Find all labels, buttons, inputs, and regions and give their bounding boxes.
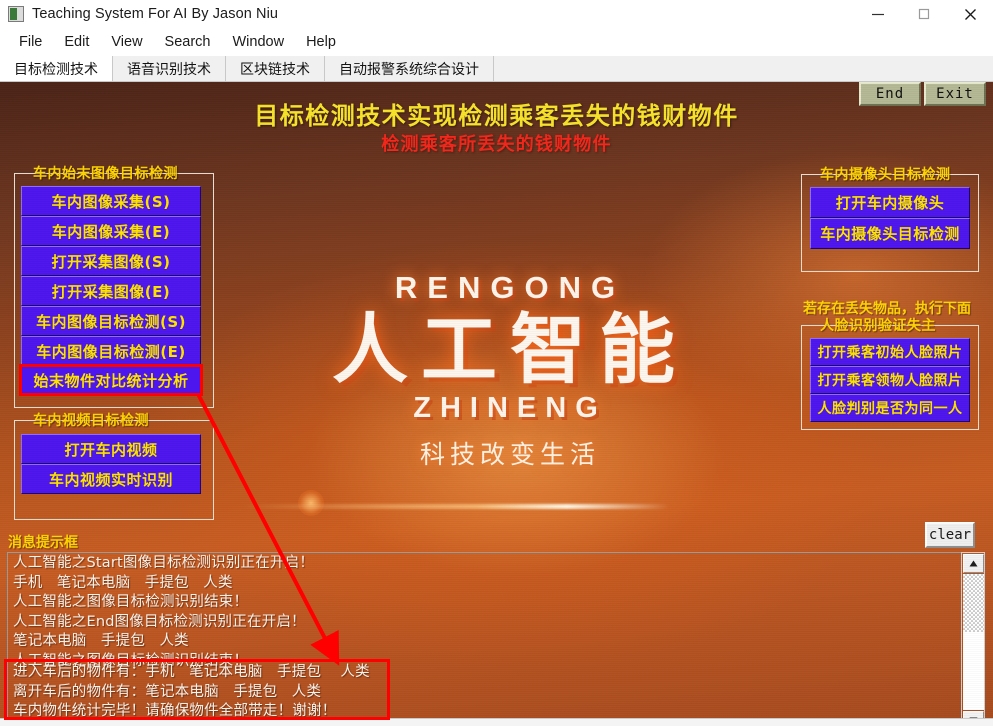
tab-speech-recognition[interactable]: 语音识别技术 (113, 56, 226, 81)
window-title: Teaching System For AI By Jason Niu (32, 6, 279, 22)
menu-item-window[interactable]: Window (222, 32, 296, 52)
menu-item-edit[interactable]: Edit (53, 32, 100, 52)
btn-open-passenger-claim-face[interactable]: 打开乘客领物人脸照片 (810, 366, 970, 394)
hero-latin-top: RENGONG (394, 270, 626, 305)
tab-auto-alarm-system[interactable]: 自动报警系统综合设计 (325, 56, 494, 81)
message-line-4: 人工智能之End图像目标检测识别正在开启！ (13, 613, 306, 630)
start-end-image-button-stack: 车内图像采集(S) 车内图像采集(E) 打开采集图像(S) 打开采集图像(E) … (19, 186, 203, 396)
tab-blockchain[interactable]: 区块链技术 (226, 56, 325, 81)
hero-tagline: 科技改变生活 (419, 440, 600, 470)
btn-open-interior-camera[interactable]: 打开车内摄像头 (810, 187, 970, 218)
window-controls (855, 0, 993, 28)
hero-chinese-title: 人工智能 (332, 305, 688, 394)
menu-item-help[interactable]: Help (295, 32, 347, 52)
tab-strip: 目标检测技术 语音识别技术 区块链技术 自动报警系统综合设计 (0, 56, 993, 82)
btn-interior-camera-detect[interactable]: 车内摄像头目标检测 (810, 218, 970, 249)
btn-interior-video-realtime-id[interactable]: 车内视频实时识别 (21, 464, 201, 494)
menu-item-search[interactable]: Search (154, 32, 222, 52)
btn-capture-interior-image-e[interactable]: 车内图像采集(E) (21, 216, 201, 246)
group-title-camera: 车内摄像头目标检测 (820, 167, 951, 183)
message-line-8: 离开车后的物件有：笔记本电脑 手提包 人类 (13, 683, 322, 700)
message-box-scrollbar[interactable] (961, 552, 985, 726)
message-line-1: 人工智能之Start图像目标检测识别正在开启！ (13, 555, 315, 571)
hero-orb-decoration (298, 490, 324, 516)
camera-button-stack: 打开车内摄像头 车内摄像头目标检测 (810, 187, 970, 249)
minimize-icon[interactable] (855, 0, 901, 28)
btn-interior-image-detect-s[interactable]: 车内图像目标检测(S) (21, 306, 201, 336)
message-box-label: 消息提示框 (8, 535, 78, 551)
btn-open-captured-image-e[interactable]: 打开采集图像(E) (21, 276, 201, 306)
page-title: 目标检测技术实现检测乘客丢失的钱财物件 (254, 101, 739, 130)
btn-interior-image-detect-e[interactable]: 车内图像目标检测(E) (21, 336, 201, 366)
menu-bar: File Edit View Search Window Help (0, 28, 993, 56)
hero-latin-bottom: ZHINENG (413, 392, 607, 425)
scrollbar-track[interactable] (963, 574, 984, 710)
app-icon (8, 6, 24, 22)
exit-button[interactable]: Exit (924, 82, 986, 106)
group-title-face: 人脸识别验证失主 (820, 318, 936, 334)
btn-capture-interior-image-s[interactable]: 车内图像采集(S) (21, 186, 201, 216)
face-button-stack: 打开乘客初始人脸照片 打开乘客领物人脸照片 人脸判别是否为同一人 (810, 338, 970, 422)
clear-button[interactable]: clear (925, 522, 975, 548)
btn-open-captured-image-s[interactable]: 打开采集图像(S) (21, 246, 201, 276)
window-bottom-strip (0, 718, 993, 726)
menu-item-view[interactable]: View (100, 32, 153, 52)
btn-open-interior-video[interactable]: 打开车内视频 (21, 434, 201, 464)
top-command-group: End Exit (859, 82, 986, 106)
btn-open-passenger-initial-face[interactable]: 打开乘客初始人脸照片 (810, 338, 970, 366)
message-line-5: 笔记本电脑 手提包 人类 (13, 633, 189, 649)
hero-artwork: RENGONG 人工智能 ZHINENG 科技改变生活 (240, 270, 770, 542)
caret-up-icon[interactable] (963, 554, 984, 573)
page-subtitle: 检测乘客所丢失的钱财物件 (381, 134, 612, 155)
menu-item-file[interactable]: File (8, 32, 53, 52)
group-title-start-end-image: 车内始末图像目标检测 (33, 166, 178, 182)
close-icon[interactable] (947, 0, 993, 28)
maximize-icon[interactable] (901, 0, 947, 28)
btn-face-same-person-judgement[interactable]: 人脸判别是否为同一人 (810, 394, 970, 422)
btn-compare-statistics-analysis[interactable]: 始末物件对比统计分析 (19, 364, 203, 396)
tab-object-detection[interactable]: 目标检测技术 (0, 56, 113, 81)
main-canvas: RENGONG 人工智能 ZHINENG 科技改变生活 目标检测技术实现检测乘客… (0, 82, 993, 726)
video-button-stack: 打开车内视频 车内视频实时识别 (21, 434, 201, 494)
scrollbar-thumb[interactable] (963, 574, 984, 632)
end-button[interactable]: End (859, 82, 921, 106)
title-bar: Teaching System For AI By Jason Niu (0, 0, 993, 28)
message-line-3: 人工智能之图像目标检测识别结束！ (13, 594, 249, 610)
group-title-video: 车内视频目标检测 (33, 413, 149, 429)
message-line-7: 进入车后的物件有：手机 笔记本电脑 手提包 人类 (13, 664, 370, 680)
application-window: Teaching System For AI By Jason Niu File… (0, 0, 993, 726)
message-box[interactable]: 人工智能之Start图像目标检测识别正在开启！ 手机 笔记本电脑 手提包 人类 … (7, 552, 962, 725)
message-line-2: 手机 笔记本电脑 手提包 人类 (13, 574, 233, 591)
hero-light-flare (240, 504, 670, 509)
